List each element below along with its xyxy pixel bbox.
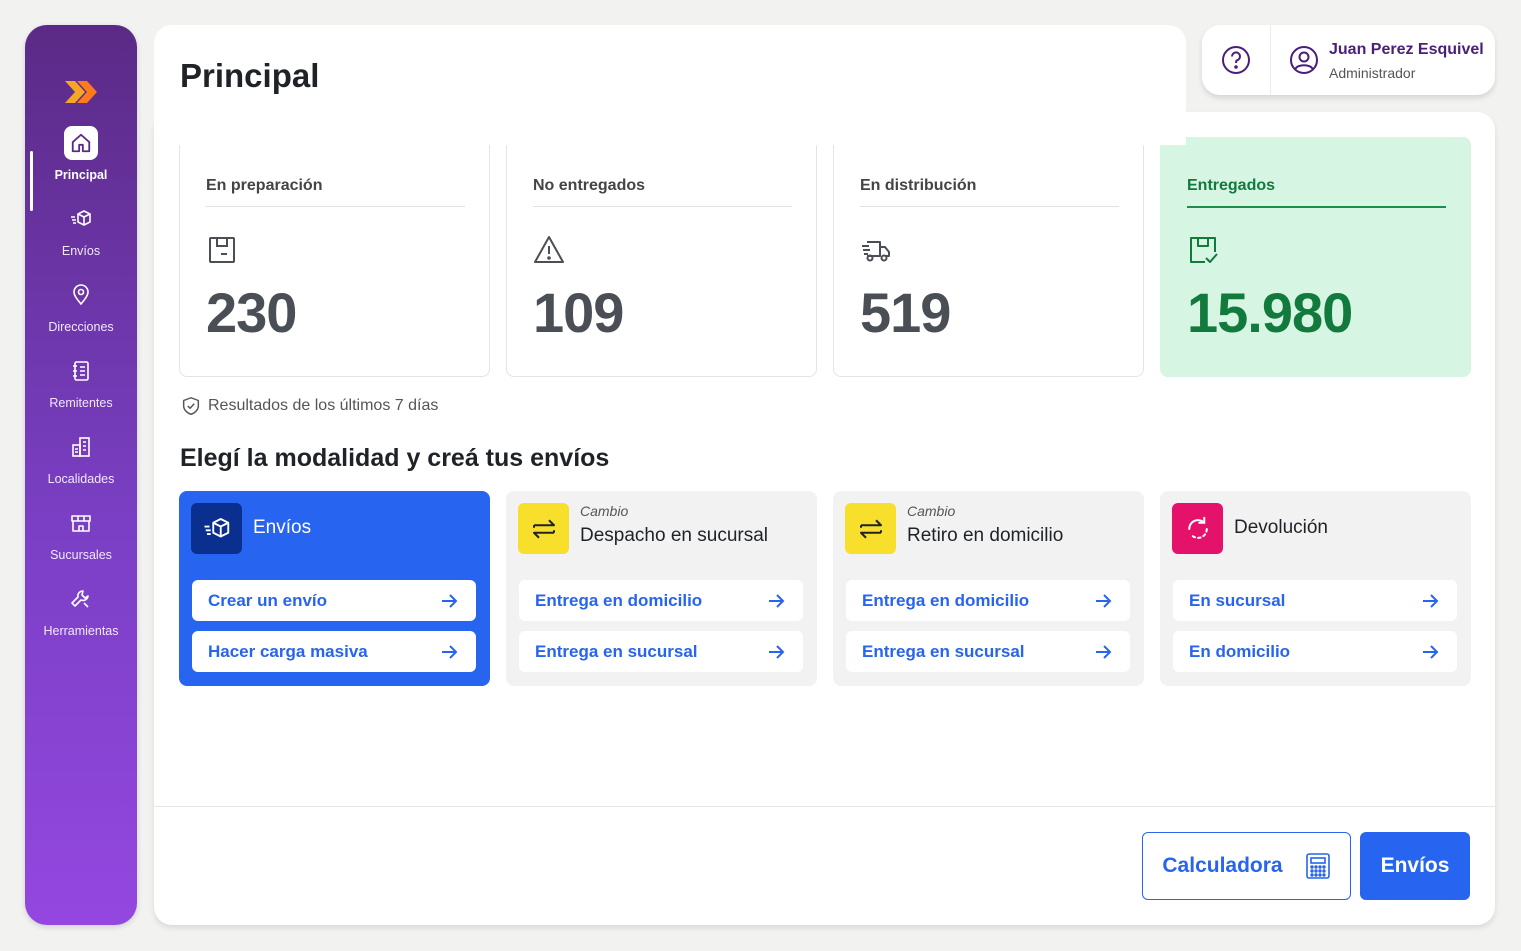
- package-fast-icon: [191, 503, 242, 554]
- swap-arrows-icon: [845, 503, 896, 554]
- sidebar-item-label: Sucursales: [50, 548, 112, 562]
- package-icon: [64, 202, 98, 236]
- home-icon: [64, 126, 98, 160]
- header: Principal: [154, 25, 1186, 145]
- mode-card-despacho-sucursal: Cambio Despacho en sucursal Entrega en d…: [506, 491, 817, 686]
- shield-check-icon: [182, 397, 200, 415]
- sidebar-item-sucursales[interactable]: Sucursales: [25, 506, 137, 574]
- arrow-right-icon: [442, 593, 458, 608]
- sidebar: Principal Envíos Direcciones Remitentes: [25, 25, 137, 925]
- stat-card-preparacion[interactable]: En preparación 230: [179, 137, 490, 377]
- buildings-icon: [64, 430, 98, 464]
- stat-title: En distribución: [860, 177, 977, 194]
- sidebar-item-localidades[interactable]: Localidades: [25, 430, 137, 498]
- user-role: Administrador: [1329, 65, 1416, 81]
- sidebar-item-label: Principal: [54, 168, 108, 182]
- stat-value: 15.980: [1187, 281, 1353, 344]
- wrench-icon: [64, 582, 98, 616]
- page-title: Principal: [180, 57, 320, 94]
- devolucion-domicilio-button[interactable]: En domicilio: [1173, 631, 1457, 672]
- retiro-entrega-sucursal-button[interactable]: Entrega en sucursal: [846, 631, 1130, 672]
- user-name[interactable]: Juan Perez Esquivel: [1329, 41, 1484, 59]
- stat-title: Entregados: [1187, 177, 1276, 194]
- arrow-right-icon: [769, 644, 785, 659]
- user-panel: Juan Perez Esquivel Administrador: [1202, 25, 1495, 95]
- swap-arrows-icon: [518, 503, 569, 554]
- mode-card-retiro-domicilio: Cambio Retiro en domicilio Entrega en do…: [833, 491, 1144, 686]
- logo-chevrons-icon[interactable]: [63, 79, 99, 105]
- footer-divider: [154, 806, 1495, 807]
- arrow-right-icon: [1423, 593, 1439, 608]
- sidebar-item-label: Localidades: [47, 472, 115, 486]
- sidebar-item-remitentes[interactable]: Remitentes: [25, 354, 137, 422]
- user-avatar-icon[interactable]: [1288, 44, 1320, 76]
- sidebar-item-label: Direcciones: [48, 320, 114, 334]
- divider: [860, 206, 1119, 207]
- despacho-entrega-sucursal-button[interactable]: Entrega en sucursal: [519, 631, 803, 672]
- help-button[interactable]: [1220, 44, 1252, 76]
- carga-masiva-button[interactable]: Hacer carga masiva: [192, 631, 476, 672]
- sidebar-item-direcciones[interactable]: Direcciones: [25, 278, 137, 346]
- mode-title: Devolución: [1234, 517, 1328, 538]
- help-question-icon: [1222, 46, 1250, 74]
- warning-triangle-icon: [534, 236, 564, 263]
- mode-kicker: Cambio: [907, 503, 956, 519]
- arrow-right-icon: [1423, 644, 1439, 659]
- mode-title: Despacho en sucursal: [580, 525, 768, 546]
- crear-envio-button[interactable]: Crear un envío: [192, 580, 476, 621]
- stat-value: 519: [860, 281, 951, 344]
- arrow-right-icon: [769, 593, 785, 608]
- mode-title: Retiro en domicilio: [907, 525, 1064, 546]
- divider: [533, 206, 792, 207]
- sidebar-item-principal[interactable]: Principal: [25, 126, 137, 194]
- stat-title: En preparación: [206, 177, 323, 194]
- section-title: Elegí la modalidad y creá tus envíos: [180, 444, 610, 472]
- stat-title: No entregados: [533, 177, 646, 194]
- retiro-entrega-domicilio-button[interactable]: Entrega en domicilio: [846, 580, 1130, 621]
- calculadora-button[interactable]: Calculadora: [1142, 832, 1351, 900]
- truck-icon: [862, 241, 890, 262]
- divider: [1270, 25, 1271, 95]
- store-icon: [64, 506, 98, 540]
- stat-value: 230: [206, 281, 297, 344]
- location-pin-icon: [64, 278, 98, 312]
- divider: [1187, 206, 1446, 208]
- divider: [206, 206, 465, 207]
- sidebar-item-label: Herramientas: [43, 624, 119, 638]
- results-note-text: Resultados de los últimos 7 días: [208, 397, 439, 414]
- package-box-icon: [209, 237, 235, 263]
- notebook-icon: [64, 354, 98, 388]
- arrow-right-icon: [442, 644, 458, 659]
- stat-card-entregados[interactable]: Entregados 15.980: [1160, 137, 1471, 377]
- stat-value: 109: [533, 281, 624, 344]
- mode-title: Envíos: [253, 517, 312, 538]
- arrow-right-icon: [1096, 644, 1112, 659]
- main-panel: En preparación 230 No entregados 109 En …: [154, 112, 1495, 925]
- devolucion-sucursal-button[interactable]: En sucursal: [1173, 580, 1457, 621]
- return-icon: [1172, 503, 1223, 554]
- sidebar-item-label: Envíos: [61, 244, 101, 258]
- results-note: Resultados de los últimos 7 días: [180, 395, 438, 417]
- sidebar-item-envios[interactable]: Envíos: [25, 202, 137, 270]
- mode-kicker: Cambio: [580, 503, 629, 519]
- sidebar-item-herramientas[interactable]: Herramientas: [25, 582, 137, 650]
- mode-card-envios: Envíos Crear un envío Hacer carga masiva: [179, 491, 490, 686]
- stat-card-no-entregados[interactable]: No entregados 109: [506, 137, 817, 377]
- stat-card-distribucion[interactable]: En distribución 519: [833, 137, 1144, 377]
- sidebar-item-label: Remitentes: [49, 396, 113, 410]
- despacho-entrega-domicilio-button[interactable]: Entrega en domicilio: [519, 580, 803, 621]
- arrow-right-icon: [1096, 593, 1112, 608]
- envios-button[interactable]: Envíos: [1360, 832, 1470, 900]
- package-check-icon: [1190, 237, 1218, 263]
- calculator-icon: [1305, 853, 1330, 879]
- mode-card-devolucion: Devolución En sucursal En domicilio: [1160, 491, 1471, 686]
